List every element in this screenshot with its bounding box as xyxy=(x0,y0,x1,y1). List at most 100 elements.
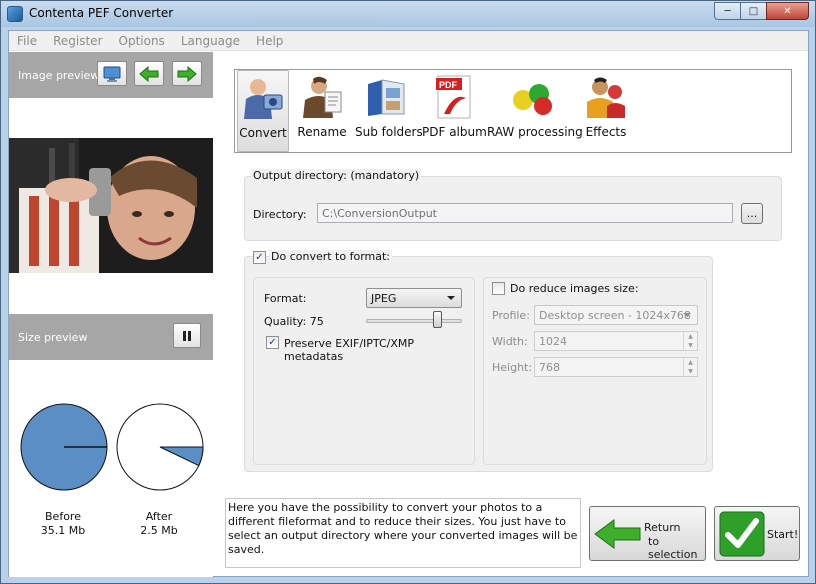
size-preview-label: Size preview xyxy=(18,331,88,344)
convert-format-group: ✓ Do convert to format: Format: JPEG Qua… xyxy=(244,250,713,472)
output-directory-title: Output directory: (mandatory) xyxy=(251,169,422,182)
before-label: Before xyxy=(45,510,81,523)
menu-register[interactable]: Register xyxy=(45,31,110,50)
height-input[interactable]: 768 ▲ ▼ xyxy=(534,357,698,377)
client-area: File Register Options Language Help Imag… xyxy=(8,30,809,577)
image-preview-header: Image preview xyxy=(9,52,213,98)
format-value: JPEG xyxy=(371,292,397,305)
browse-button[interactable]: ... xyxy=(741,203,763,224)
format-select[interactable]: JPEG xyxy=(366,288,462,308)
tab-raw-processing[interactable]: RAW processing xyxy=(487,70,583,152)
after-size-label: After 2.5 Mb xyxy=(119,510,199,538)
menu-bar: File Register Options Language Help xyxy=(9,31,808,51)
format-options-group: Format: JPEG Quality: 75 ✓ Preserve EXIF… xyxy=(253,277,475,465)
return-label-line1: Return xyxy=(644,521,681,534)
quality-slider-thumb[interactable] xyxy=(433,311,442,328)
format-label: Format: xyxy=(264,292,307,305)
profile-label: Profile: xyxy=(492,309,530,322)
close-button[interactable]: ✕ xyxy=(766,2,809,20)
maximize-button[interactable]: □ xyxy=(740,2,767,20)
menu-options[interactable]: Options xyxy=(111,31,173,50)
image-preview-label: Image preview xyxy=(18,69,100,82)
menu-file[interactable]: File xyxy=(9,31,45,50)
height-spinner[interactable]: ▲ ▼ xyxy=(683,358,697,376)
menu-help[interactable]: Help xyxy=(248,31,291,50)
output-directory-group: Output directory: (mandatory) Directory:… xyxy=(244,169,782,241)
preserve-metadata-label: Preserve EXIF/IPTC/XMP metadatas xyxy=(284,337,415,363)
close-icon: ✕ xyxy=(783,5,792,17)
width-label: Width: xyxy=(492,335,528,348)
after-value: 2.5 Mb xyxy=(140,524,178,537)
chevron-down-icon xyxy=(683,313,691,317)
width-input[interactable]: 1024 ▲ ▼ xyxy=(534,331,698,351)
tab-convert[interactable]: Convert xyxy=(237,70,289,152)
convert-icon xyxy=(244,79,283,119)
tab-rename[interactable]: Rename xyxy=(295,70,349,152)
profile-select[interactable]: Desktop screen - 1024x768 xyxy=(534,305,698,325)
start-button[interactable]: Start! xyxy=(714,506,800,561)
pdf-album-icon: PDF xyxy=(436,75,471,119)
directory-input[interactable]: C:\ConversionOutput xyxy=(317,203,733,223)
return-to-selection-button[interactable]: Return to selection xyxy=(589,506,706,561)
tab-pdf-album[interactable]: PDF PDF album xyxy=(422,70,487,152)
tab-rename-label: Rename xyxy=(297,125,347,139)
before-value: 35.1 Mb xyxy=(40,524,86,537)
chevron-down-icon xyxy=(447,296,455,300)
tab-convert-label: Convert xyxy=(239,126,287,140)
previous-image-button[interactable] xyxy=(134,61,164,86)
function-toolbar: Convert Rename Sub folders PDF PDF album… xyxy=(234,69,792,153)
tab-sub-folders-label: Sub folders xyxy=(355,125,423,139)
app-window: Contenta PEF Converter ─ □ ✕ File Regist… xyxy=(0,0,816,584)
tab-pdf-album-label: PDF album xyxy=(422,125,487,139)
monitor-icon xyxy=(103,66,121,82)
return-label-line2: to selection xyxy=(648,535,698,561)
tab-sub-folders[interactable]: Sub folders xyxy=(355,70,423,152)
before-size-label: Before 35.1 Mb xyxy=(23,510,103,538)
arrow-right-icon xyxy=(177,65,197,82)
window-controls: ─ □ ✕ xyxy=(714,2,809,20)
width-spinner[interactable]: ▲ ▼ xyxy=(683,332,697,350)
start-label: Start! xyxy=(767,528,799,541)
window-title: Contenta PEF Converter xyxy=(29,6,174,20)
preserve-metadata-checkbox[interactable]: ✓ xyxy=(266,336,279,349)
arrow-left-icon xyxy=(594,519,641,549)
after-label: After xyxy=(145,510,173,523)
pause-icon xyxy=(183,330,191,341)
size-preview-header: Size preview xyxy=(9,314,213,360)
maximize-icon: □ xyxy=(748,5,759,17)
image-preview-area xyxy=(9,98,213,314)
app-icon xyxy=(7,6,23,22)
minimize-button[interactable]: ─ xyxy=(714,2,741,20)
tab-effects[interactable]: Effects xyxy=(578,70,634,152)
help-text: Here you have the possibility to convert… xyxy=(225,498,581,568)
tab-effects-label: Effects xyxy=(585,125,627,139)
tab-raw-processing-label: RAW processing xyxy=(487,125,583,139)
preview-photo xyxy=(9,138,213,273)
svg-text:PDF: PDF xyxy=(439,80,458,90)
convert-format-label: Do convert to format: xyxy=(269,250,393,263)
minimize-icon: ─ xyxy=(724,5,731,17)
convert-format-checkbox[interactable]: ✓ xyxy=(253,251,266,264)
monitor-button[interactable] xyxy=(97,61,127,86)
left-panel: Image preview Size preview Before 35.1 M… xyxy=(9,52,213,577)
effects-icon xyxy=(587,77,625,118)
arrow-left-icon xyxy=(139,65,159,82)
quality-slider-track[interactable] xyxy=(366,319,462,323)
pause-button[interactable] xyxy=(173,323,201,348)
reduce-size-label: Do reduce images size: xyxy=(510,282,639,295)
directory-label: Directory: xyxy=(253,208,307,221)
menu-language[interactable]: Language xyxy=(173,31,248,50)
raw-processing-icon xyxy=(513,84,552,115)
size-preview-area: Before 35.1 Mb After 2.5 Mb xyxy=(9,360,213,577)
checkmark-icon xyxy=(719,511,765,557)
height-label: Height: xyxy=(492,361,533,374)
reduce-size-checkbox[interactable] xyxy=(492,282,505,295)
profile-value: Desktop screen - 1024x768 xyxy=(539,309,691,322)
title-bar[interactable]: Contenta PEF Converter ─ □ ✕ xyxy=(1,1,815,27)
before-size-pie xyxy=(20,403,108,491)
quality-label: Quality: 75 xyxy=(264,315,324,328)
height-value: 768 xyxy=(539,361,560,374)
width-value: 1024 xyxy=(539,335,567,348)
next-image-button[interactable] xyxy=(172,61,202,86)
sub-folders-icon xyxy=(368,79,405,116)
